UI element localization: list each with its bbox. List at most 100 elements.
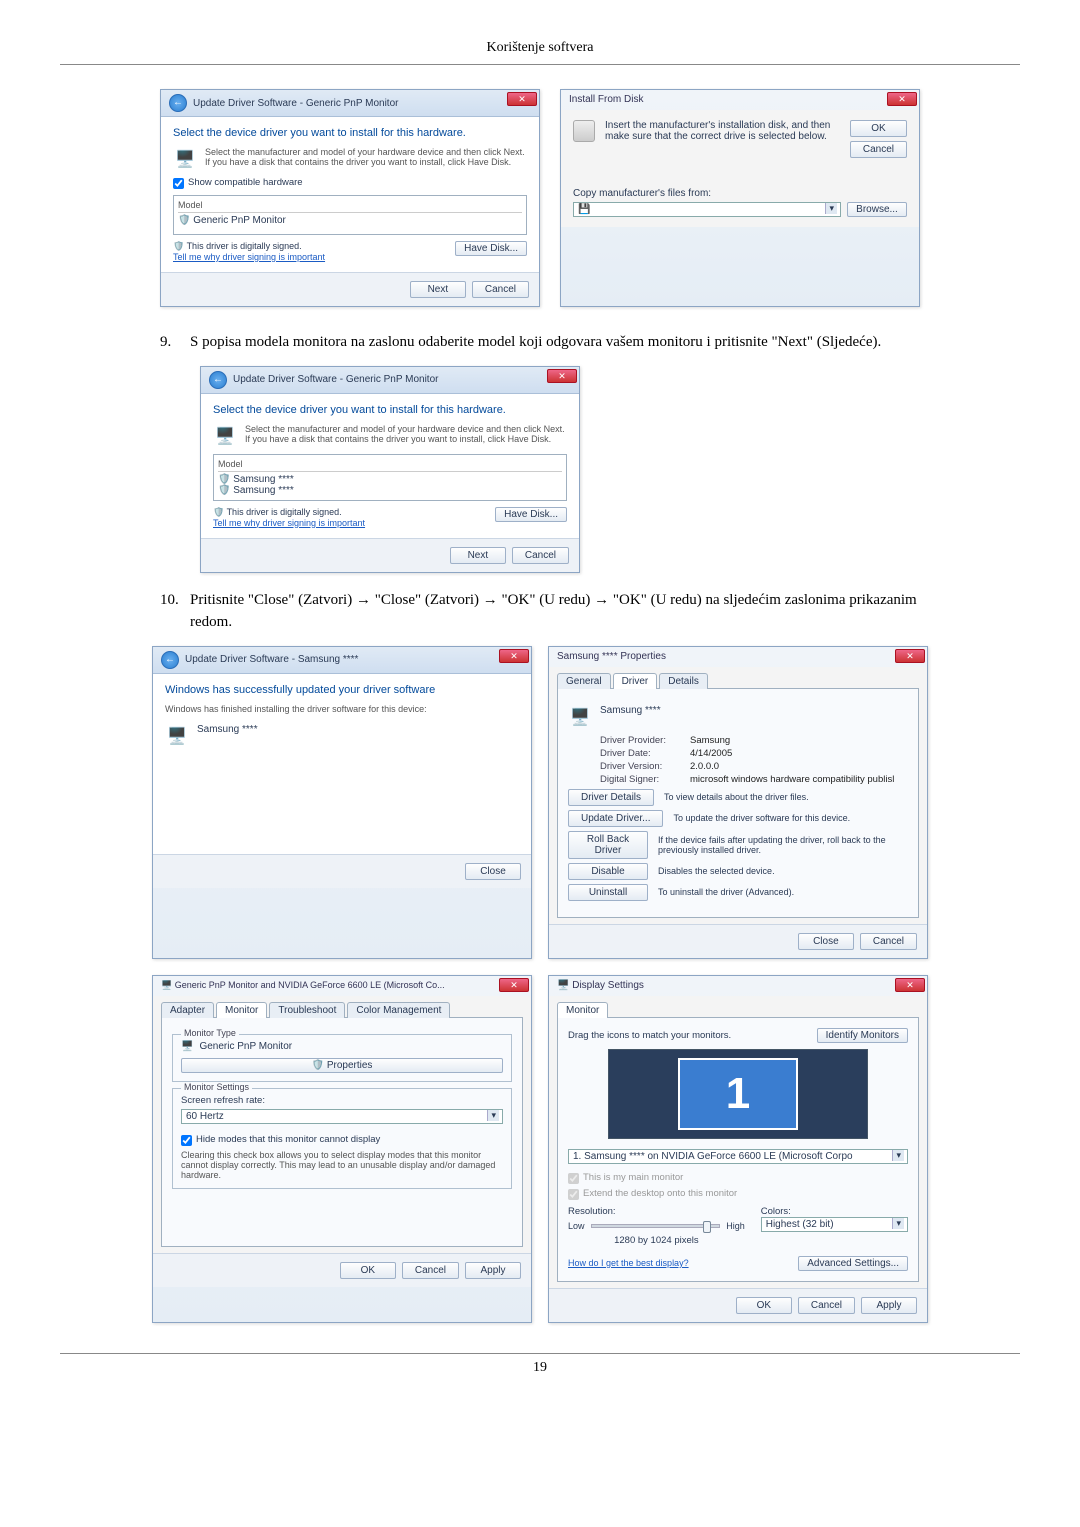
dialog-grid: ← Update Driver Software - Samsung **** … — [60, 646, 1020, 1323]
disable-desc: Disables the selected device. — [658, 866, 775, 876]
next-button[interactable]: Next — [450, 547, 506, 564]
apply-button[interactable]: Apply — [861, 1297, 917, 1314]
monitor-preview[interactable]: 1 — [608, 1049, 868, 1139]
rollback-driver-button[interactable]: Roll Back Driver — [568, 831, 648, 859]
close-icon[interactable] — [547, 369, 577, 383]
close-icon[interactable] — [887, 92, 917, 106]
step-number: 9. — [160, 331, 190, 354]
tab-details[interactable]: Details — [659, 673, 708, 689]
refresh-rate-select[interactable]: 60 Hertz — [181, 1109, 503, 1124]
signer-value: microsoft windows hardware compatibility… — [690, 774, 894, 785]
colors-label: Colors: — [761, 1206, 908, 1217]
signing-info-link[interactable]: Tell me why driver signing is important — [213, 518, 365, 528]
back-button[interactable]: ← — [209, 371, 227, 389]
provider-value: Samsung — [690, 735, 730, 746]
copy-from-label: Copy manufacturer's files from: — [573, 188, 907, 199]
back-button[interactable]: ← — [169, 94, 187, 112]
shield-icon: 🛡️ — [218, 485, 230, 496]
dialog-title: Samsung **** Properties — [549, 647, 927, 667]
signing-info-link[interactable]: Tell me why driver signing is important — [173, 252, 325, 262]
cancel-button[interactable]: Cancel — [402, 1262, 459, 1279]
close-icon[interactable] — [895, 978, 925, 992]
shield-icon: 🛡️ — [213, 507, 224, 517]
success-heading: Windows has successfully updated your dr… — [165, 684, 519, 696]
identify-monitors-button[interactable]: Identify Monitors — [817, 1028, 908, 1043]
back-button[interactable]: ← — [161, 651, 179, 669]
next-button[interactable]: Next — [410, 281, 466, 298]
main-monitor-checkbox — [568, 1173, 579, 1184]
shield-icon: 🛡️ — [218, 474, 230, 485]
cancel-button[interactable]: Cancel — [850, 141, 907, 158]
tab-monitor[interactable]: Monitor — [216, 1002, 267, 1018]
ok-button[interactable]: OK — [340, 1262, 396, 1279]
colors-select[interactable]: Highest (32 bit) — [761, 1217, 908, 1232]
model-list[interactable]: Model 🛡️ Generic PnP Monitor — [173, 195, 527, 235]
update-driver-button[interactable]: Update Driver... — [568, 810, 663, 827]
dialog-header-bar: ← Update Driver Software - Generic PnP M… — [201, 367, 579, 394]
drive-icon: 💾 — [578, 204, 590, 215]
close-icon[interactable] — [895, 649, 925, 663]
tab-driver[interactable]: Driver — [613, 673, 658, 689]
dialog-header-bar: ← Update Driver Software - Generic PnP M… — [161, 90, 539, 117]
dialog-instruction: Select the manufacturer and model of you… — [205, 147, 527, 167]
device-name: Samsung **** — [197, 724, 258, 735]
tab-troubleshoot[interactable]: Troubleshoot — [269, 1002, 345, 1018]
drag-instruction: Drag the icons to match your monitors. — [568, 1030, 731, 1041]
close-button[interactable]: Close — [465, 863, 521, 880]
signed-text: This driver is digitally signed. — [227, 507, 342, 517]
display-icon: 🖥️ — [557, 980, 569, 991]
dialog-install-from-disk: Install From Disk Insert the manufacture… — [560, 89, 920, 307]
uninstall-desc: To uninstall the driver (Advanced). — [658, 887, 794, 897]
best-display-link[interactable]: How do I get the best display? — [568, 1258, 689, 1268]
cancel-button[interactable]: Cancel — [798, 1297, 855, 1314]
hide-modes-checkbox[interactable] — [181, 1135, 192, 1146]
close-icon[interactable] — [499, 978, 529, 992]
model-list[interactable]: Model 🛡️ Samsung **** 🛡️ Samsung **** — [213, 454, 567, 501]
hide-modes-label: Hide modes that this monitor cannot disp… — [196, 1134, 380, 1145]
dialog-display-settings: 🖥️ Display Settings Monitor Drag the ico… — [548, 975, 928, 1323]
monitor-icon: 🖥️ — [161, 980, 172, 990]
resolution-slider[interactable] — [591, 1224, 721, 1228]
show-compatible-checkbox[interactable] — [173, 178, 184, 189]
have-disk-button[interactable]: Have Disk... — [495, 507, 567, 522]
update-driver-desc: To update the driver software for this d… — [673, 813, 850, 823]
shield-icon: 🛡️ — [312, 1060, 324, 1071]
browse-button[interactable]: Browse... — [847, 202, 907, 217]
properties-button[interactable]: 🛡️ Properties — [181, 1058, 503, 1073]
instruction-step-10: 10. Pritisnite "Close" (Zatvori) → "Clos… — [160, 589, 1020, 634]
cancel-button[interactable]: Cancel — [472, 281, 529, 298]
close-icon[interactable] — [507, 92, 537, 106]
breadcrumb: Update Driver Software - Generic PnP Mon… — [193, 98, 398, 109]
disk-icon — [573, 120, 595, 142]
monitor-icon: 🖥️ — [568, 705, 592, 729]
advanced-settings-button[interactable]: Advanced Settings... — [798, 1256, 908, 1271]
tab-general[interactable]: General — [557, 673, 611, 689]
close-icon[interactable] — [499, 649, 529, 663]
cancel-button[interactable]: Cancel — [860, 933, 917, 950]
list-item[interactable]: 🛡️ Samsung **** — [218, 474, 562, 485]
close-button[interactable]: Close — [798, 933, 854, 950]
monitor-icon: 🖥️ — [165, 724, 189, 748]
have-disk-button[interactable]: Have Disk... — [455, 241, 527, 256]
monitor-select[interactable]: 1. Samsung **** on NVIDIA GeForce 6600 L… — [568, 1149, 908, 1164]
tab-monitor[interactable]: Monitor — [557, 1002, 608, 1018]
list-item[interactable]: 🛡️ Generic PnP Monitor — [178, 215, 522, 226]
ok-button[interactable]: OK — [850, 120, 907, 137]
apply-button[interactable]: Apply — [465, 1262, 521, 1279]
uninstall-button[interactable]: Uninstall — [568, 884, 648, 901]
monitor-settings-group-label: Monitor Settings — [181, 1082, 252, 1092]
disable-button[interactable]: Disable — [568, 863, 648, 880]
rollback-desc: If the device fails after updating the d… — [658, 835, 908, 855]
tab-adapter[interactable]: Adapter — [161, 1002, 214, 1018]
ok-button[interactable]: OK — [736, 1297, 792, 1314]
dialog-driver-properties: Samsung **** Properties General Driver D… — [548, 646, 928, 959]
breadcrumb: Update Driver Software - Samsung **** — [185, 654, 358, 665]
list-item[interactable]: 🛡️ Samsung **** — [218, 485, 562, 496]
high-label: High — [726, 1221, 745, 1231]
dialog-title: 🖥️ Generic PnP Monitor and NVIDIA GeForc… — [153, 976, 531, 996]
monitor-item-1[interactable]: 1 — [678, 1058, 798, 1130]
tab-color-management[interactable]: Color Management — [347, 1002, 450, 1018]
copy-from-path-input[interactable]: 💾 — [573, 202, 841, 217]
driver-details-button[interactable]: Driver Details — [568, 789, 654, 806]
cancel-button[interactable]: Cancel — [512, 547, 569, 564]
